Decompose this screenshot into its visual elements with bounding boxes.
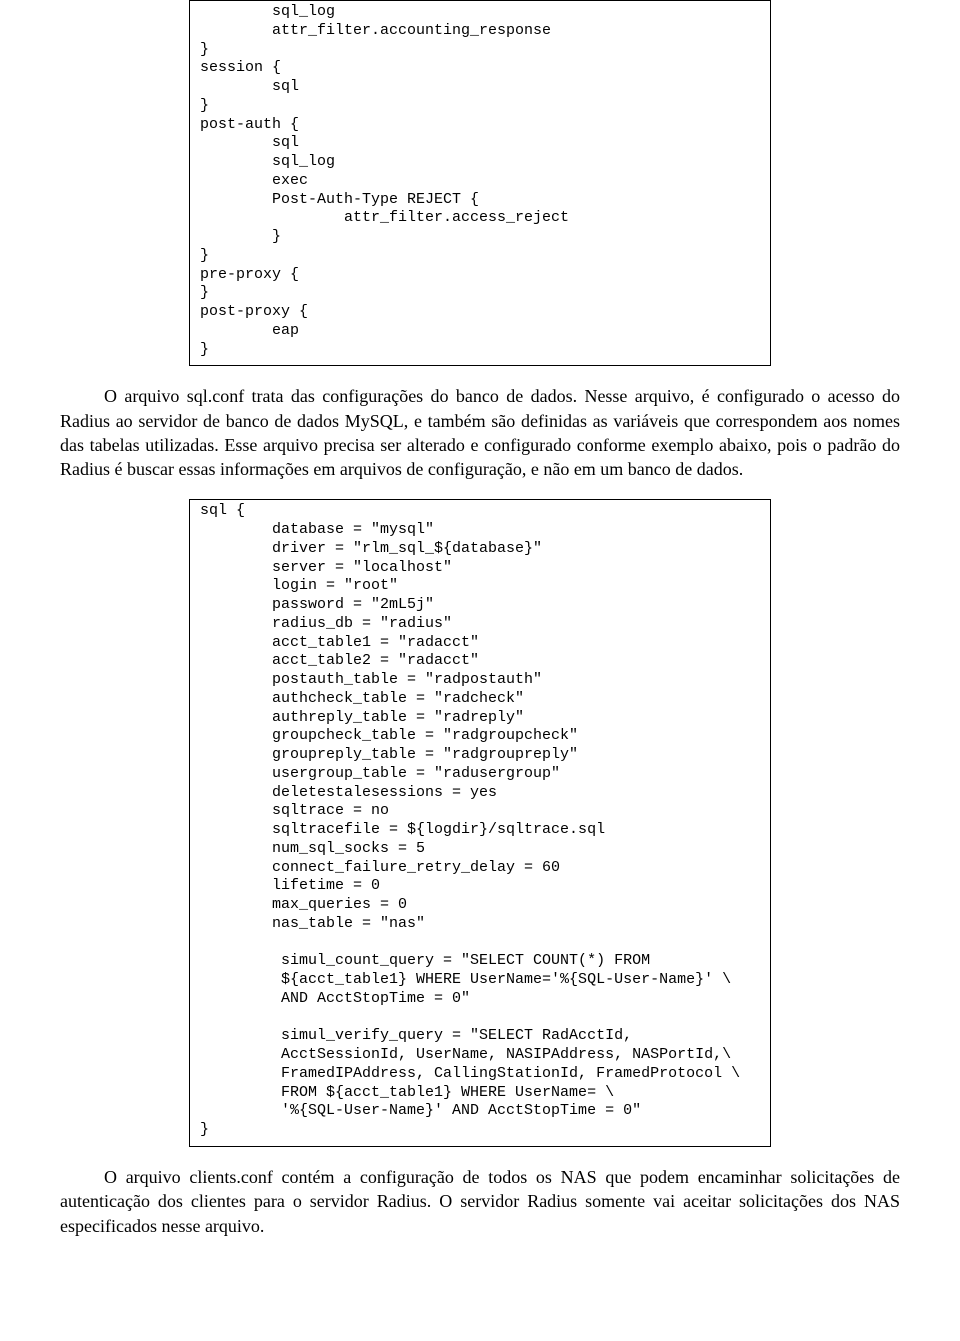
paragraph-1: O arquivo sql.conf trata das configuraçõ… bbox=[60, 384, 900, 481]
document-page: sql_log attr_filter.accounting_response … bbox=[0, 0, 960, 1296]
paragraph-1-text: O arquivo sql.conf trata das configuraçõ… bbox=[60, 386, 900, 479]
code-block-1: sql_log attr_filter.accounting_response … bbox=[189, 0, 771, 366]
paragraph-2-text: O arquivo clients.conf contém a configur… bbox=[60, 1167, 900, 1236]
paragraph-2: O arquivo clients.conf contém a configur… bbox=[60, 1165, 900, 1238]
code-block-2: sql { database = "mysql" driver = "rlm_s… bbox=[189, 499, 771, 1147]
